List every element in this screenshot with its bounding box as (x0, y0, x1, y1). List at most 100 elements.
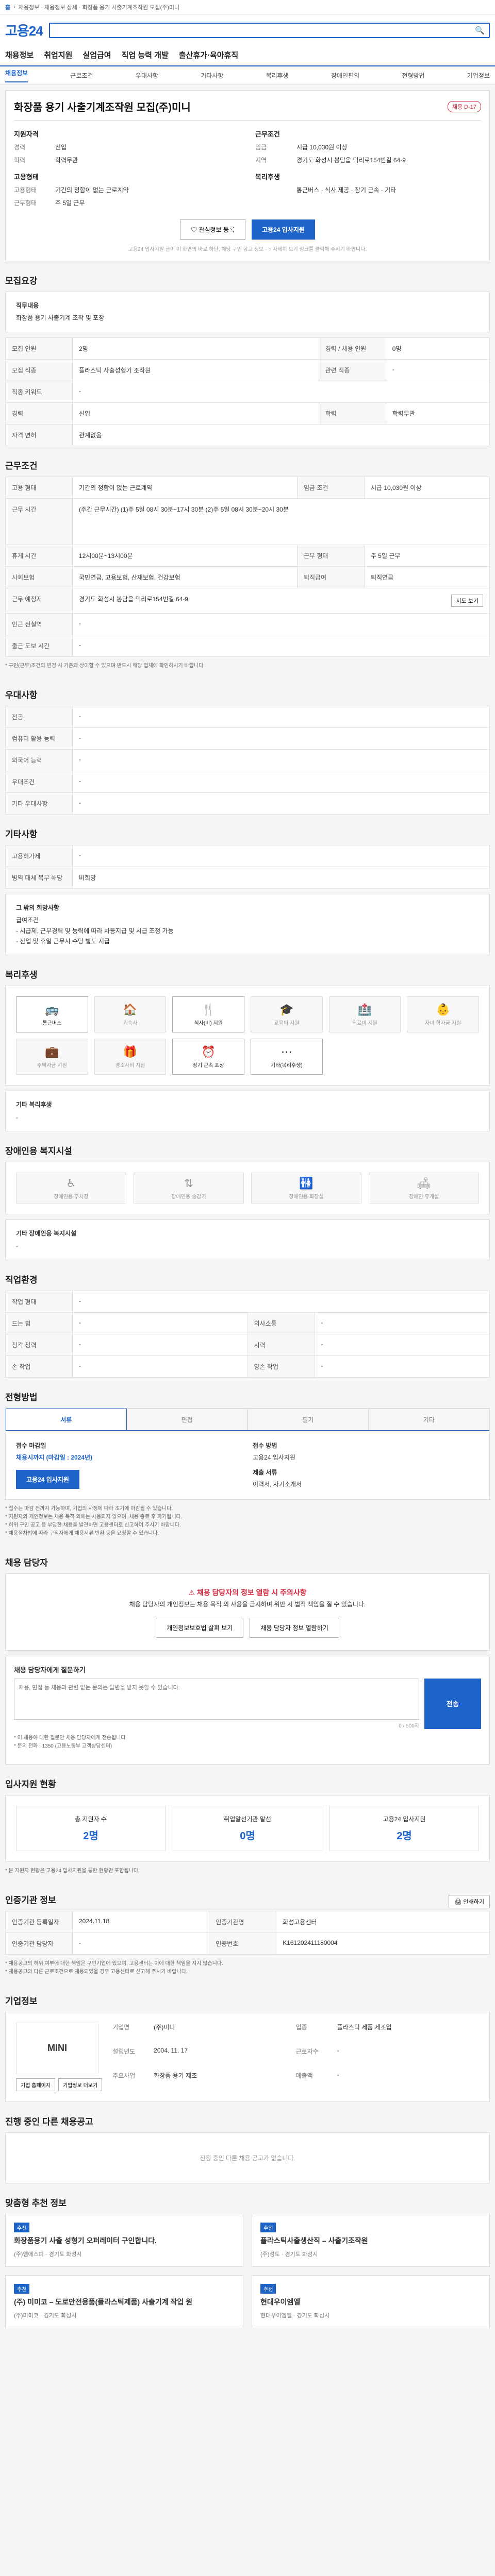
qna-input[interactable] (14, 1678, 419, 1720)
table-value: (주간 근무시간) (1)주 5일 08시 30분~17시 30분 (2)주 5… (72, 498, 490, 545)
qna-send-button[interactable]: 전송 (424, 1678, 481, 1729)
table-key: 경력 (5, 402, 73, 425)
nav-item-parental-leave[interactable]: 출산휴가·육아휴직 (179, 49, 238, 60)
table-key: 모집 인원 (5, 337, 73, 360)
selection-right: 접수 방법 고용24 입사지원 제출 서류 이력서, 자기소개서 (253, 1441, 479, 1489)
note-line: * 채용공고와 다른 근로조건으로 채용되었을 경우 고용센터로 신고해 주시기… (5, 1969, 188, 1975)
summary-right-head2: 복리후생 (255, 173, 280, 181)
benefits-extra: - (16, 1113, 18, 1121)
qna-box: 채용 담당자에게 질문하기 0 / 500자 전송 * 이 채용에 대한 질문만… (5, 1655, 490, 1765)
table-value: 0명 (385, 337, 490, 360)
tab-recruit[interactable]: 채용정보 (5, 69, 28, 82)
table-row: 전공 - (5, 705, 490, 728)
summary-left: 지원자격 경력 신입 학력 학력무관 고용형태 고용형태 기간의 정함이 없는 근로계… (14, 129, 240, 207)
section-tabs: 채용정보 근로조건 우대사항 기타사항 복리후생 장애인편의 전형방법 기업정보 (0, 66, 495, 85)
print-button[interactable]: 🖨 인쇄하기 (449, 1895, 490, 1909)
kv-key: 고용형태 (14, 187, 37, 194)
benefit-icon: 🚌 (45, 1003, 59, 1016)
company-logo-col: MINI 기업 홈페이지 기업정보 더보기 (16, 2022, 103, 2091)
nav-item-employment-support[interactable]: 취업지원 (44, 49, 72, 60)
company-more-button[interactable]: 기업정보 더보기 (58, 2078, 103, 2091)
table-row: 모집 인원 2명 경력 / 채용 인원 0명 (5, 337, 490, 360)
duty-table: 작업 형태 - 드는 힘 - 의사소통 - 청각 청력 - 시력 - 손 작업 - 양손 작업 - (5, 1290, 490, 1378)
company-key: 매출액 (295, 2072, 313, 2079)
recommend-card[interactable]: 추천 (주) 미미코 – 도로안전용품(플라스틱제품) 사출기계 작업 원 (주)미… (5, 2275, 243, 2328)
tab-disability[interactable]: 장애인편의 (331, 71, 359, 80)
table-value: - (72, 749, 490, 771)
stat-label: 고용24 입사지원 (383, 1815, 426, 1823)
doc-value: 이력서, 자기소개서 (253, 1480, 302, 1488)
table-value: - (314, 1355, 490, 1378)
benefits-title: 복리후생 (5, 970, 38, 980)
recommend-card[interactable]: 추천 화장품용기 사출 성형기 오퍼레이터 구인합니다. (주)엠에스피 · 경기도… (5, 2213, 243, 2267)
table-key: 직종 키워드 (5, 380, 73, 403)
recommend-card[interactable]: 추천 플라스틱사출생산직 – 사출기조작원 (주)성도 · 경기도 화성시 (252, 2213, 490, 2267)
recommend-card-meta: (주)미미코 · 경기도 화성시 (14, 2312, 77, 2319)
apply-button[interactable]: 고용24 입사지원 (251, 219, 315, 240)
note-line: * 접수는 마감 전까지 가능하며, 기업의 사정에 따라 조기에 마감될 수 … (5, 1505, 173, 1512)
table-value: - (72, 705, 490, 728)
page-footer (0, 2328, 495, 2431)
table-value: 퇴직연금 (364, 566, 490, 588)
table-value: - (72, 844, 490, 867)
company-homepage-button[interactable]: 기업 홈페이지 (16, 2078, 55, 2091)
kv-value: 기간의 정함이 없는 근로계약 (55, 187, 129, 194)
table-key: 인증번호 (209, 1932, 277, 1955)
tab-preference[interactable]: 우대사항 (136, 71, 158, 80)
disability-item-label: 장애인용 승강기 (171, 1194, 206, 1200)
tab-interview[interactable]: 면접 (126, 1408, 248, 1430)
tab-etc[interactable]: 기타사항 (201, 71, 223, 80)
etc-extra: 급여조건 - 시급제, 근무경력 및 능력에 따라 차등지급 및 시급 조정 가… (16, 917, 174, 945)
table-value: - (72, 634, 490, 657)
kv-value: 학력무관 (55, 157, 78, 164)
warning-icon: ⚠ (188, 1588, 197, 1597)
main-nav: 채용정보 취업지원 실업급여 직업 능력 개발 출산휴가·육아휴직 (0, 44, 495, 66)
table-value: - (72, 792, 490, 815)
selection-apply-button[interactable]: 고용24 입사지원 (16, 1469, 79, 1489)
table-row: 출근 도보 시간 - (5, 634, 490, 657)
recommend-card-title: (주) 미미코 – 도로안전용품(플라스틱제품) 사출기계 작업 원 (14, 2297, 193, 2306)
table-key: 근무 예정지 (5, 587, 73, 614)
nav-item-vocational-training[interactable]: 직업 능력 개발 (122, 49, 169, 60)
tab-selection[interactable]: 전형방법 (402, 71, 424, 80)
tab-other[interactable]: 기타 (368, 1408, 489, 1430)
tab-benefits[interactable]: 복리후생 (266, 71, 289, 80)
privacy-law-button[interactable]: 개인정보보호법 살펴 보기 (156, 1617, 244, 1638)
table-value: - (72, 770, 490, 793)
nav-item-unemployment-benefit[interactable]: 실업급여 (82, 49, 111, 60)
recommend-card-title: 현대우이엠엘 (260, 2297, 301, 2306)
benefit-item: 👶 자녀 학자금 지원 (407, 996, 479, 1033)
conditions-table: 고용 형태 기간의 정함이 없는 근로계약 임금 조건 시급 10,030원 이상 근… (5, 476, 490, 657)
tab-company[interactable]: 기업정보 (467, 71, 490, 80)
table-row: 고용허가제 - (5, 844, 490, 867)
tab-document[interactable]: 서류 (6, 1408, 127, 1430)
benefit-icon: 💼 (45, 1045, 59, 1058)
recruit-desc-head: 직무내용 (16, 302, 39, 309)
save-interest-button[interactable]: ♡ 관심정보 등록 (180, 219, 245, 240)
home-link[interactable]: 홈 (5, 3, 10, 11)
table-row: 기타 우대사항 - (5, 792, 490, 815)
etc-section: 기타사항 고용허가제 - 병역 대체 복무 해당 비희망 그 밖의 희망사항 급여조… (5, 827, 490, 956)
site-logo[interactable]: 고용24 (5, 21, 43, 40)
etc-extra-box: 그 밖의 희망사항 급여조건 - 시급제, 근무경력 및 능력에 따라 차등지급… (5, 893, 490, 956)
view-contact-button[interactable]: 채용 담당자 정보 열람하기 (250, 1617, 339, 1638)
table-row: 외국어 능력 - (5, 749, 490, 771)
company-value: (주)미니 (154, 2023, 175, 2031)
nav-item-jobs[interactable]: 채용정보 (5, 49, 34, 60)
table-value: 경기도 화성시 봉담읍 덕리로154번길 64-9 지도 보기 (72, 587, 490, 614)
tab-conditions[interactable]: 근로조건 (70, 71, 93, 80)
recruit-section: 모집요강 직무내용 화장품 용기 사출기계 조작 및 포장 모집 인원 2명 경력 … (5, 274, 490, 446)
table-key: 모집 직종 (5, 359, 73, 381)
tab-written[interactable]: 필기 (248, 1408, 369, 1430)
map-button[interactable]: 지도 보기 (451, 594, 483, 607)
table-row: 손 작업 - 양손 작업 - (5, 1355, 490, 1378)
kv-key: 지역 (255, 157, 267, 164)
search-icon[interactable]: 🔍 (475, 26, 485, 35)
kv-key: 경력 (14, 144, 26, 151)
recommend-card[interactable]: 추천 현대우이엠엘 현대우이엠엘 · 경기도 화성시 (252, 2275, 490, 2328)
search-input[interactable]: 🔍 (48, 22, 490, 38)
disability-item-label: 장애인용 주차장 (54, 1194, 89, 1200)
company-box: MINI 기업 홈페이지 기업정보 더보기 기업명 (주)미니 업종 플라스틱 제품 … (5, 2011, 490, 2102)
recommend-card-title: 화장품용기 사출 성형기 오퍼레이터 구인합니다. (14, 2236, 157, 2245)
disability-title: 장애인용 복지시설 (5, 1146, 72, 1157)
